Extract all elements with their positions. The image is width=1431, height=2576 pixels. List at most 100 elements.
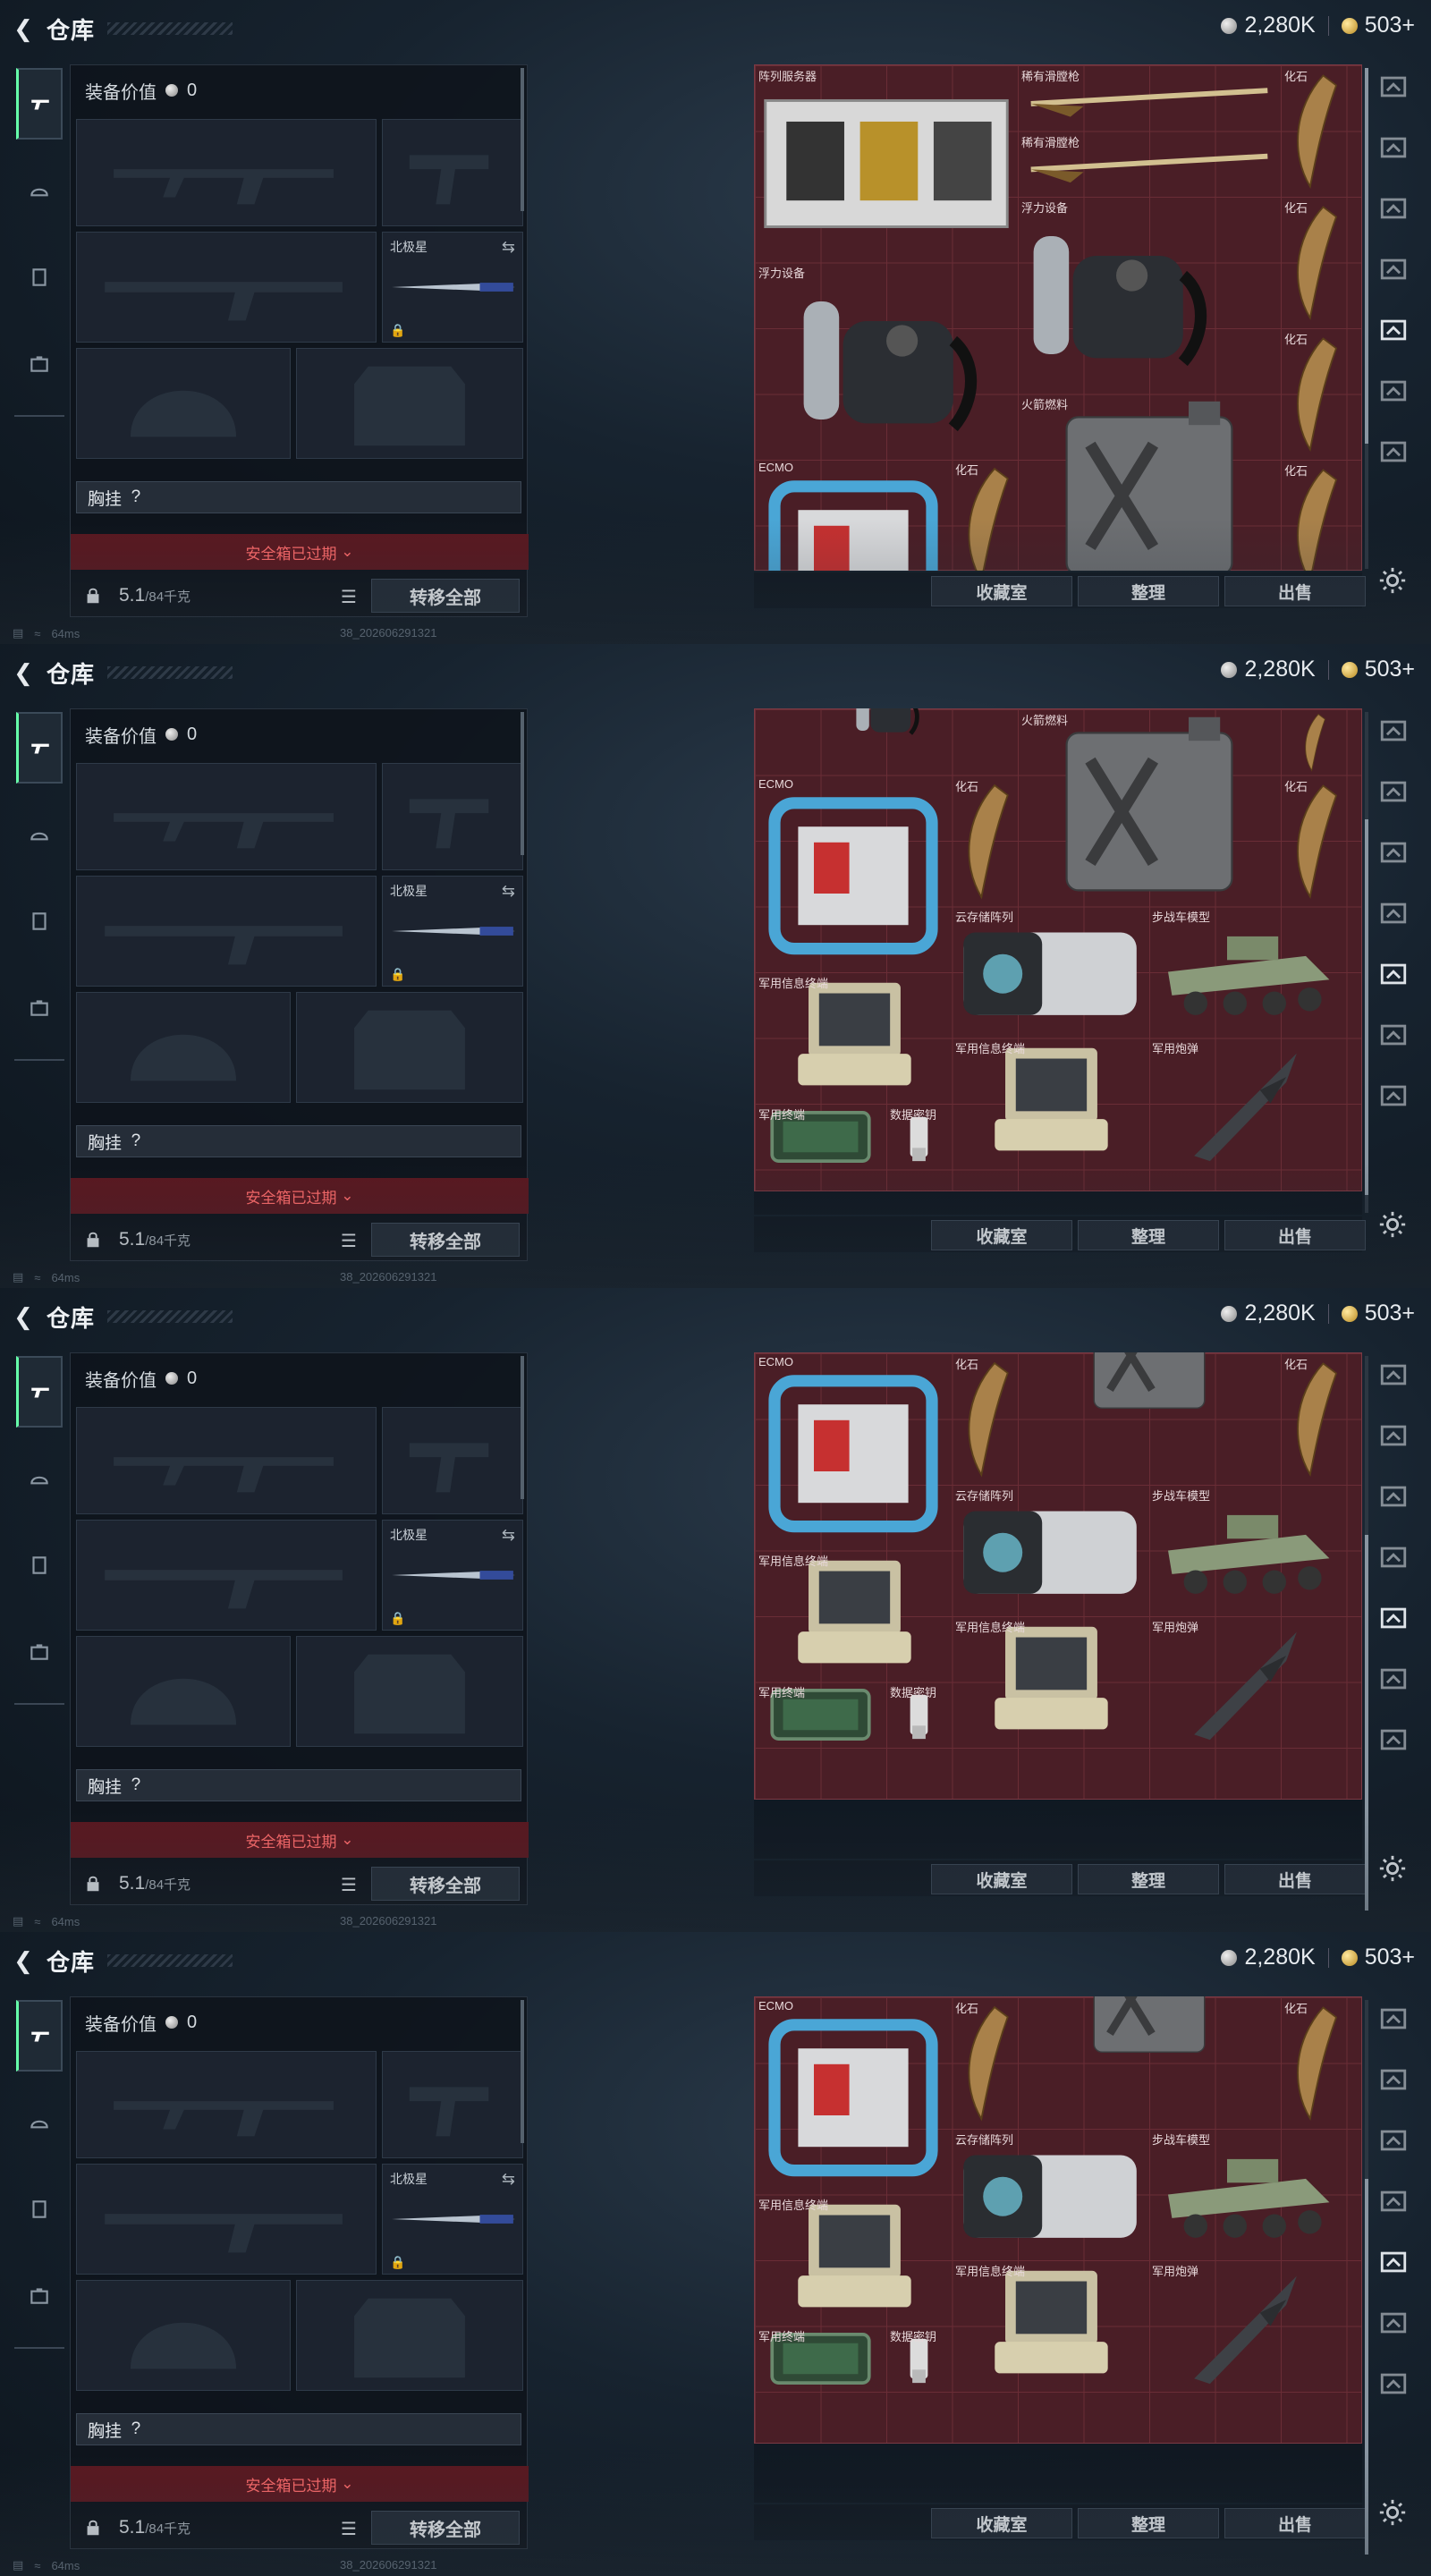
storage-item-diving[interactable]: 浮力设备 <box>755 262 1018 459</box>
gold-balance[interactable]: 503+ <box>1341 1945 1415 1970</box>
storage-item-diving[interactable]: 浮力设备 <box>1018 197 1215 394</box>
safe-box-expired-banner[interactable]: 安全箱已过期 ⌄ <box>71 1822 529 1858</box>
tab-backpack[interactable] <box>16 973 63 1041</box>
armor-slot[interactable] <box>296 2280 523 2391</box>
sell-button[interactable]: 出售 <box>1224 1864 1366 1894</box>
storage-item-fossil[interactable]: 化石 <box>1281 65 1346 197</box>
sell-button[interactable]: 出售 <box>1224 1220 1366 1250</box>
storage-tab-4[interactable] <box>1378 2186 1409 2216</box>
storage-tab-6[interactable] <box>1378 1664 1409 1694</box>
storage-tab-2[interactable] <box>1378 1420 1409 1451</box>
tab-helmet[interactable] <box>16 157 63 225</box>
gear-icon[interactable] <box>1377 2497 1408 2528</box>
tab-armor[interactable] <box>16 887 63 955</box>
storage-item-shell[interactable]: 军用炮弹 <box>1148 2260 1345 2392</box>
storage-item-musket[interactable]: 稀有滑膛枪 <box>1018 65 1281 131</box>
storage-tab-3[interactable] <box>1378 193 1409 224</box>
melee-slot[interactable]: 北极星 ⇆ 🔒 <box>382 876 523 987</box>
collection-room-button[interactable]: 收藏室 <box>931 576 1072 606</box>
chest-rig-row[interactable]: 胸挂 ? <box>76 1125 521 1157</box>
storage-tab-1[interactable] <box>1378 716 1409 746</box>
storage-item-fossil[interactable]: 化石 <box>952 1997 1018 2129</box>
storage-tab-4[interactable] <box>1378 898 1409 928</box>
safe-box-expired-banner[interactable]: 安全箱已过期 ⌄ <box>71 2466 529 2502</box>
storage-item-datakey[interactable]: 数据密钥 <box>886 2326 952 2392</box>
transfer-all-button[interactable]: 转移全部 <box>371 2511 520 2545</box>
storage-tab-2[interactable] <box>1378 132 1409 163</box>
gear-icon[interactable] <box>1377 1853 1408 1884</box>
storage-tab-7[interactable] <box>1378 1724 1409 1755</box>
helmet-slot[interactable] <box>76 348 291 459</box>
storage-item-fossil[interactable]: 化石 <box>952 775 1018 907</box>
silver-balance[interactable]: 2,280K <box>1221 657 1316 682</box>
storage-item-fossil[interactable]: 化石 <box>1281 1353 1346 1485</box>
storage-item-ifv[interactable]: 步战车模型 <box>1148 1485 1345 1616</box>
sidearm-slot[interactable] <box>382 1407 523 1514</box>
storage-item-fossil[interactable]: 化石 <box>1281 775 1346 907</box>
chest-rig-row[interactable]: 胸挂 ? <box>76 2413 521 2445</box>
armor-slot[interactable] <box>296 348 523 459</box>
storage-item-terminal[interactable]: 军用信息终端 <box>755 1550 952 1682</box>
secondary-weapon-slot[interactable] <box>76 1520 377 1631</box>
silver-balance[interactable]: 2,280K <box>1221 1301 1316 1326</box>
storage-item-fossil[interactable]: 化石 <box>1281 460 1346 571</box>
storage-tab-5[interactable] <box>1378 315 1409 345</box>
storage-tab-7[interactable] <box>1378 1080 1409 1111</box>
storage-tab-1[interactable] <box>1378 2004 1409 2034</box>
storage-tab-1[interactable] <box>1378 72 1409 102</box>
storage-item-ecmo[interactable]: ECMO <box>755 1997 952 2194</box>
tab-weapons[interactable] <box>16 712 63 784</box>
storage-item-fossil[interactable]: 化石 <box>952 1353 1018 1485</box>
organize-button[interactable]: 整理 <box>1078 1220 1219 1250</box>
armor-slot[interactable] <box>296 992 523 1103</box>
secondary-weapon-slot[interactable] <box>76 232 377 343</box>
collection-room-button[interactable]: 收藏室 <box>931 1864 1072 1894</box>
list-icon[interactable]: ☰ <box>341 2518 357 2540</box>
storage-item-fossil[interactable]: 化石 <box>952 459 1018 571</box>
primary-weapon-slot[interactable] <box>76 119 377 226</box>
storage-item-ecmo[interactable]: ECMO <box>755 1353 952 1550</box>
silver-balance[interactable]: 2,280K <box>1221 1945 1316 1970</box>
safe-box-expired-banner[interactable]: 安全箱已过期 ⌄ <box>71 534 529 570</box>
storage-item-ifv[interactable]: 步战车模型 <box>1148 906 1345 1038</box>
chest-rig-row[interactable]: 胸挂 ? <box>76 481 521 513</box>
sidearm-slot[interactable] <box>382 119 523 226</box>
storage-item-ifv[interactable]: 步战车模型 <box>1148 2129 1345 2260</box>
gear-icon[interactable] <box>1377 1209 1408 1240</box>
storage-item-cloud[interactable]: 云存储阵列 <box>952 906 1148 1038</box>
primary-weapon-slot[interactable] <box>76 2051 377 2158</box>
tab-helmet[interactable] <box>16 2089 63 2157</box>
secondary-weapon-slot[interactable] <box>76 876 377 987</box>
storage-item-terminal[interactable]: 军用信息终端 <box>755 2194 952 2326</box>
equipment-scrollbar[interactable] <box>521 1356 524 1499</box>
gear-icon[interactable] <box>1377 565 1408 596</box>
storage-tab-5[interactable] <box>1378 959 1409 989</box>
primary-weapon-slot[interactable] <box>76 1407 377 1514</box>
sidearm-slot[interactable] <box>382 763 523 870</box>
storage-item-shell[interactable]: 军用炮弹 <box>1148 1616 1345 1748</box>
armor-slot[interactable] <box>296 1636 523 1747</box>
storage-tab-2[interactable] <box>1378 776 1409 807</box>
helmet-slot[interactable] <box>76 2280 291 2391</box>
melee-slot[interactable]: 北极星 ⇆ 🔒 <box>382 232 523 343</box>
collection-room-button[interactable]: 收藏室 <box>931 1220 1072 1250</box>
melee-slot[interactable]: 北极星 ⇆ 🔒 <box>382 1520 523 1631</box>
sidearm-slot[interactable] <box>382 2051 523 2158</box>
storage-item-mil_terminal[interactable]: 军用终端 <box>755 1104 886 1170</box>
organize-button[interactable]: 整理 <box>1078 576 1219 606</box>
list-icon[interactable]: ☰ <box>341 586 357 608</box>
storage-item-fossil[interactable]: 化石 <box>1281 197 1346 328</box>
storage-tab-4[interactable] <box>1378 254 1409 284</box>
tab-armor[interactable] <box>16 1531 63 1599</box>
sell-button[interactable]: 出售 <box>1224 576 1366 606</box>
storage-tab-3[interactable] <box>1378 2125 1409 2156</box>
organize-button[interactable]: 整理 <box>1078 1864 1219 1894</box>
storage-tab-3[interactable] <box>1378 837 1409 868</box>
storage-tab-6[interactable] <box>1378 1020 1409 1050</box>
storage-item-fuel[interactable]: 火箭燃料 <box>1018 394 1281 571</box>
gold-balance[interactable]: 503+ <box>1341 13 1415 38</box>
storage-tab-7[interactable] <box>1378 436 1409 467</box>
list-icon[interactable]: ☰ <box>341 1874 357 1896</box>
collection-room-button[interactable]: 收藏室 <box>931 2508 1072 2538</box>
back-icon[interactable]: ❮ <box>13 659 34 686</box>
